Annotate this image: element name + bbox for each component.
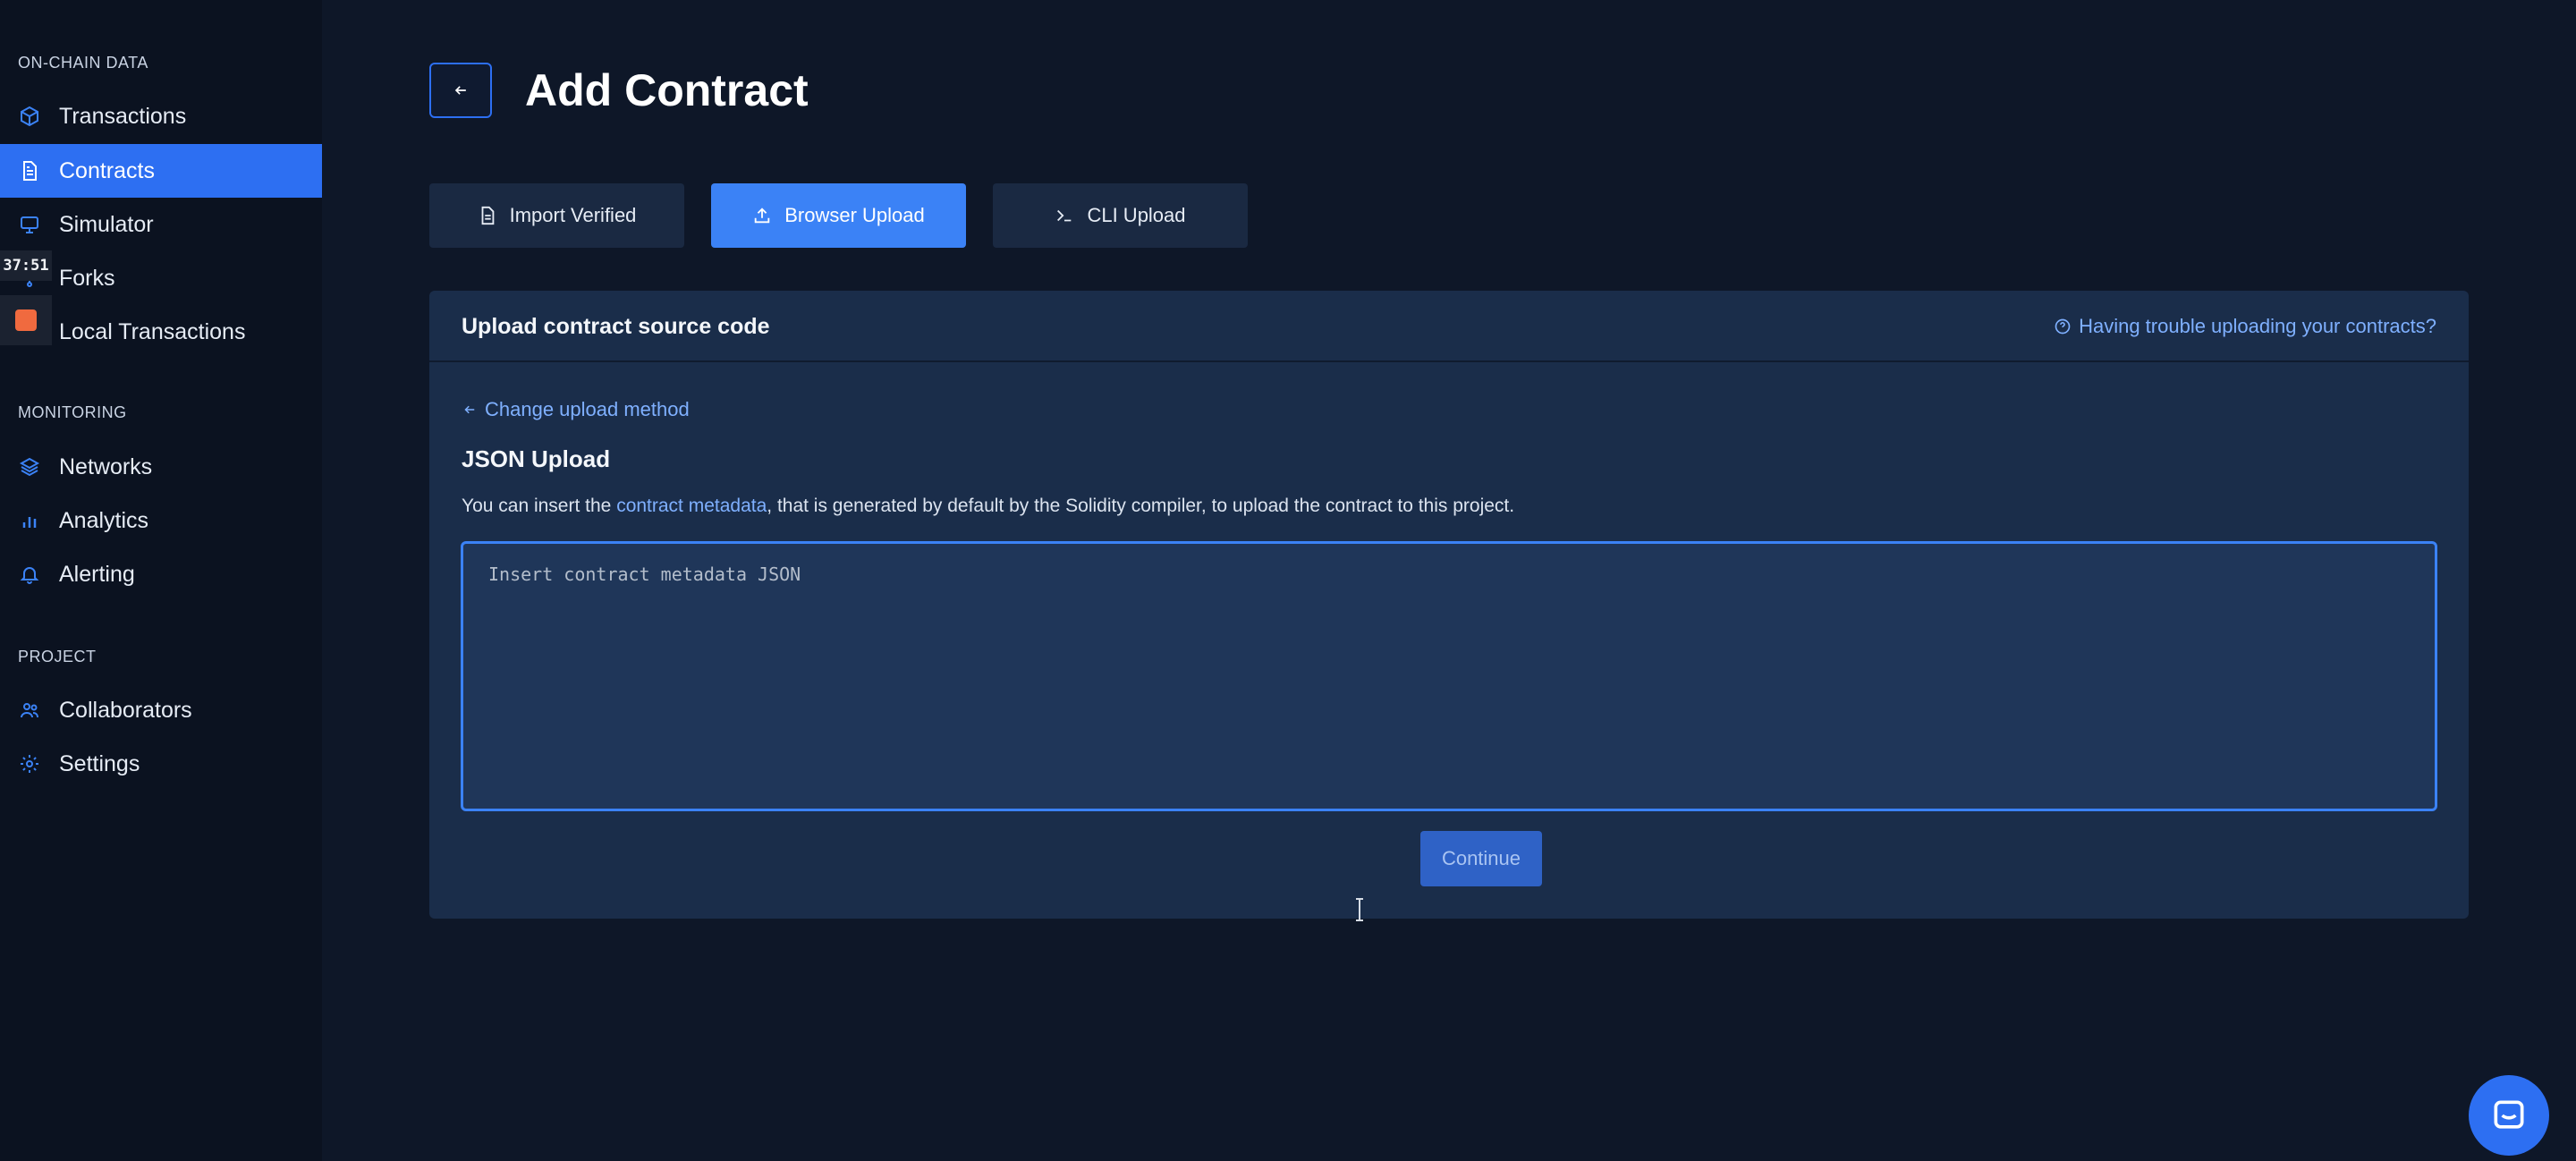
sidebar-item-label: Forks xyxy=(59,265,115,291)
page-title: Add Contract xyxy=(525,65,809,115)
help-link[interactable]: Having trouble uploading your contracts? xyxy=(2054,291,2436,362)
sidebar-item-alerting[interactable]: Alerting xyxy=(0,547,322,601)
sidebar-item-label: Local Transactions xyxy=(59,318,246,344)
sidebar-item-label: Contracts xyxy=(59,157,155,183)
sidebar-item-label: Transactions xyxy=(59,103,187,129)
section-title-monitoring: MONITORING xyxy=(18,403,127,421)
contract-metadata-link[interactable]: contract metadata xyxy=(616,496,767,517)
sidebar-item-analytics[interactable]: Analytics xyxy=(0,494,322,547)
bar-chart-icon xyxy=(18,509,41,532)
back-button[interactable] xyxy=(429,63,492,118)
layers-icon xyxy=(18,455,41,479)
description-suffix: , that is generated by default by the So… xyxy=(767,496,1515,516)
sidebar: ON-CHAIN DATA Transactions Contracts Sim… xyxy=(0,0,322,1161)
sidebar-item-label: Networks xyxy=(59,453,153,479)
sidebar-item-simulator[interactable]: Simulator xyxy=(0,198,322,251)
arrow-left-icon xyxy=(464,405,475,414)
description: You can insert the contract metadata , t… xyxy=(462,493,1514,520)
cube-icon xyxy=(18,105,41,128)
gear-icon xyxy=(18,752,41,775)
upload-icon xyxy=(754,208,770,224)
tab-label: Import Verified xyxy=(509,204,637,226)
stop-icon xyxy=(15,309,37,331)
help-circle-icon xyxy=(2055,318,2071,335)
tab-browser-upload[interactable]: Browser Upload xyxy=(711,183,966,248)
json-upload-title: JSON Upload xyxy=(462,445,611,472)
sidebar-item-networks[interactable]: Networks xyxy=(0,440,322,494)
tab-cli-upload[interactable]: CLI Upload xyxy=(993,183,1248,248)
sidebar-item-contracts[interactable]: Contracts xyxy=(0,144,322,198)
change-link-label: Change upload method xyxy=(485,398,690,420)
tab-import-verified[interactable]: Import Verified xyxy=(429,183,684,248)
text-cursor-icon xyxy=(1356,898,1363,921)
card-title: Upload contract source code xyxy=(462,313,770,339)
section-title-project: PROJECT xyxy=(18,648,97,665)
upload-card: Upload contract source code Having troub… xyxy=(429,291,2469,921)
metadata-json-input[interactable] xyxy=(461,541,2437,811)
sidebar-item-label: Simulator xyxy=(59,211,154,237)
arrow-left-icon xyxy=(454,86,466,95)
sidebar-item-label: Collaborators xyxy=(59,697,192,723)
change-upload-method-link[interactable]: Change upload method xyxy=(462,396,690,423)
help-link-label: Having trouble uploading your contracts? xyxy=(2079,315,2436,337)
monitor-icon xyxy=(18,213,41,236)
continue-button[interactable]: Continue xyxy=(1420,831,1542,886)
tab-label: CLI Upload xyxy=(1087,204,1186,226)
bell-icon xyxy=(18,563,41,586)
stop-recording-button[interactable] xyxy=(0,295,52,345)
file-icon xyxy=(481,206,494,225)
chat-icon xyxy=(2494,1100,2524,1129)
terminal-prompt-icon xyxy=(1057,209,1072,222)
recording-timer: 37:51 xyxy=(0,250,52,281)
sidebar-item-label: Analytics xyxy=(59,507,149,533)
card-header: Upload contract source code Having troub… xyxy=(429,291,2469,362)
chat-support-button[interactable] xyxy=(2469,1075,2549,1156)
document-icon xyxy=(18,159,41,182)
sidebar-item-transactions[interactable]: Transactions xyxy=(0,89,322,143)
sidebar-item-settings[interactable]: Settings xyxy=(0,737,322,791)
section-title-on-chain-data: ON-CHAIN DATA xyxy=(18,54,148,72)
sidebar-item-label: Alerting xyxy=(59,561,135,587)
description-prefix: You can insert the xyxy=(462,496,617,516)
tab-label: Browser Upload xyxy=(784,204,925,226)
sidebar-item-collaborators[interactable]: Collaborators xyxy=(0,683,322,737)
users-icon xyxy=(18,699,41,722)
sidebar-item-label: Settings xyxy=(59,750,140,776)
